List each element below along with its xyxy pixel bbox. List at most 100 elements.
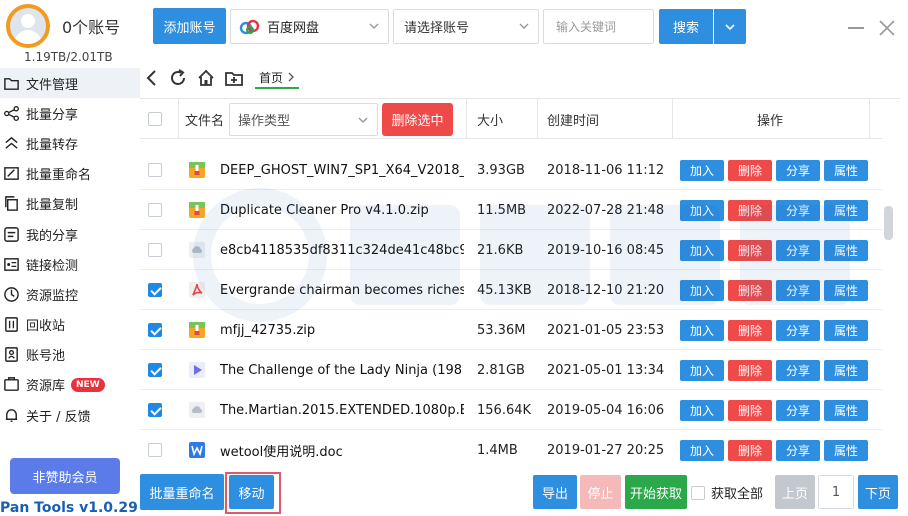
- share-button[interactable]: 分享: [776, 439, 820, 461]
- prev-page-button[interactable]: 上页: [775, 475, 815, 509]
- row-checkbox[interactable]: [148, 283, 162, 297]
- fetch-all-box[interactable]: [691, 485, 705, 500]
- row-checkbox[interactable]: [148, 203, 162, 217]
- sidebar-item-0[interactable]: 文件管理: [0, 68, 140, 99]
- delete-button[interactable]: 删除: [728, 359, 772, 381]
- sidebar-item-11[interactable]: 关于 / 反馈: [0, 400, 140, 430]
- sidebar-item-6[interactable]: 链接检测: [0, 249, 140, 279]
- back-icon[interactable]: [142, 68, 162, 88]
- table-row[interactable]: e8cb4118535df8311c324de41c48bc9 21.6KB 201…: [140, 230, 883, 270]
- file-name[interactable]: mfjj_42735.zip: [220, 310, 464, 350]
- file-name[interactable]: DEEP_GHOST_WIN7_SP1_X64_V2018_: [220, 150, 464, 190]
- close-icon[interactable]: [878, 19, 896, 37]
- share-button[interactable]: 分享: [776, 159, 820, 181]
- file-name[interactable]: Evergrande chairman becomes riches: [220, 270, 464, 310]
- move-button[interactable]: 移动: [229, 475, 274, 509]
- file-name[interactable]: wetool使用说明.doc: [220, 430, 464, 466]
- account-select[interactable]: 请选择账号: [393, 9, 539, 44]
- keyword-input[interactable]: 输入关键词: [543, 9, 654, 44]
- row-checkbox[interactable]: [148, 243, 162, 257]
- export-button[interactable]: 导出: [533, 475, 577, 509]
- add-button[interactable]: 加入: [680, 239, 724, 261]
- delete-selected-button[interactable]: 删除选中: [382, 103, 453, 136]
- delete-button[interactable]: 删除: [728, 159, 772, 181]
- share-button[interactable]: 分享: [776, 239, 820, 261]
- page-number-input[interactable]: 1: [818, 475, 854, 509]
- delete-button[interactable]: 删除: [728, 399, 772, 421]
- sidebar-item-7[interactable]: 资源监控: [0, 279, 140, 309]
- file-name[interactable]: The.Martian.2015.EXTENDED.1080p.Bl: [220, 390, 464, 430]
- transfer-icon: [2, 134, 20, 152]
- search-button[interactable]: 搜索: [659, 9, 713, 44]
- table-row[interactable]: mfjj_42735.zip 53.36M 2021-01-05 23:53 加入 删除…: [140, 310, 883, 350]
- refresh-icon[interactable]: [168, 68, 188, 88]
- row-checkbox[interactable]: [148, 323, 162, 337]
- properties-button[interactable]: 属性: [824, 439, 868, 461]
- delete-button[interactable]: 删除: [728, 199, 772, 221]
- sidebar-item-5[interactable]: 我的分享: [0, 219, 140, 249]
- delete-button[interactable]: 删除: [728, 439, 772, 461]
- add-button[interactable]: 加入: [680, 319, 724, 341]
- minimize-button[interactable]: [848, 27, 864, 29]
- sidebar-item-1[interactable]: 批量分享: [0, 98, 140, 128]
- share-button[interactable]: 分享: [776, 399, 820, 421]
- row-checkbox[interactable]: [148, 443, 162, 457]
- new-folder-icon[interactable]: [224, 68, 244, 88]
- breadcrumb-home[interactable]: 首页: [259, 69, 283, 86]
- row-checkbox[interactable]: [148, 163, 162, 177]
- search-dropdown-button[interactable]: [714, 9, 746, 44]
- breadcrumb[interactable]: 首页: [255, 67, 300, 89]
- sidebar-item-9[interactable]: 账号池: [0, 340, 140, 370]
- properties-button[interactable]: 属性: [824, 199, 868, 221]
- sidebar-item-10[interactable]: 资源库 NEW: [0, 370, 140, 400]
- fetch-all-checkbox[interactable]: 获取全部: [691, 483, 763, 502]
- table-row[interactable]: Duplicate Cleaner Pro v4.1.0.zip 11.5MB 20…: [140, 190, 883, 230]
- share-button[interactable]: 分享: [776, 199, 820, 221]
- add-button[interactable]: 加入: [680, 159, 724, 181]
- select-all-checkbox[interactable]: [148, 99, 162, 139]
- properties-button[interactable]: 属性: [824, 239, 868, 261]
- file-name[interactable]: e8cb4118535df8311c324de41c48bc9: [220, 230, 464, 270]
- table-row[interactable]: Evergrande chairman becomes riches 45.13K…: [140, 270, 883, 310]
- sidebar-item-3[interactable]: 批量重命名: [0, 159, 140, 189]
- delete-button[interactable]: 删除: [728, 239, 772, 261]
- row-checkbox[interactable]: [148, 363, 162, 377]
- add-account-button[interactable]: 添加账号: [153, 8, 226, 44]
- bulk-rename-button[interactable]: 批量重命名: [140, 474, 224, 510]
- properties-button[interactable]: 属性: [824, 399, 868, 421]
- add-button[interactable]: 加入: [680, 359, 724, 381]
- file-name[interactable]: The Challenge of the Lady Ninja (198: [220, 350, 464, 390]
- file-name[interactable]: Duplicate Cleaner Pro v4.1.0.zip: [220, 190, 464, 230]
- properties-button[interactable]: 属性: [824, 319, 868, 341]
- properties-button[interactable]: 属性: [824, 359, 868, 381]
- stop-button[interactable]: 停止: [580, 475, 621, 509]
- start-fetch-button[interactable]: 开始获取: [625, 475, 687, 509]
- operation-type-select[interactable]: 操作类型: [229, 103, 378, 136]
- add-button[interactable]: 加入: [680, 199, 724, 221]
- vip-button[interactable]: 非赞助会员: [10, 458, 120, 494]
- next-page-button[interactable]: 下页: [858, 475, 898, 509]
- share-button[interactable]: 分享: [776, 359, 820, 381]
- sidebar-item-8[interactable]: 回收站: [0, 310, 140, 340]
- row-checkbox[interactable]: [148, 403, 162, 417]
- sidebar-item-4[interactable]: 批量复制: [0, 189, 140, 219]
- table-row[interactable]: The Challenge of the Lady Ninja (198 2.81…: [140, 350, 883, 390]
- properties-button[interactable]: 属性: [824, 279, 868, 301]
- properties-button[interactable]: 属性: [824, 159, 868, 181]
- delete-button[interactable]: 删除: [728, 279, 772, 301]
- avatar[interactable]: [6, 4, 50, 48]
- add-button[interactable]: 加入: [680, 399, 724, 421]
- table-row[interactable]: DEEP_GHOST_WIN7_SP1_X64_V2018_ 3.93GB 2018…: [140, 150, 883, 190]
- table-row[interactable]: wetool使用说明.doc 1.4MB 2019-01-27 20:25 加入 删除分…: [140, 430, 883, 466]
- vertical-scrollbar[interactable]: [884, 206, 893, 240]
- table-row[interactable]: The.Martian.2015.EXTENDED.1080p.Bl 156.64…: [140, 390, 883, 430]
- home-icon[interactable]: [196, 68, 216, 88]
- delete-button[interactable]: 删除: [728, 319, 772, 341]
- add-button[interactable]: 加入: [680, 279, 724, 301]
- share-button[interactable]: 分享: [776, 319, 820, 341]
- sidebar-item-2[interactable]: 批量转存: [0, 128, 140, 158]
- share-button[interactable]: 分享: [776, 279, 820, 301]
- sidebar: 0个账号 1.19TB/2.01TB 文件管理 批量分享 批量转存 批量重命名 批量复制…: [0, 0, 140, 516]
- cloud-select[interactable]: 百度网盘: [230, 9, 389, 44]
- add-button[interactable]: 加入: [680, 439, 724, 461]
